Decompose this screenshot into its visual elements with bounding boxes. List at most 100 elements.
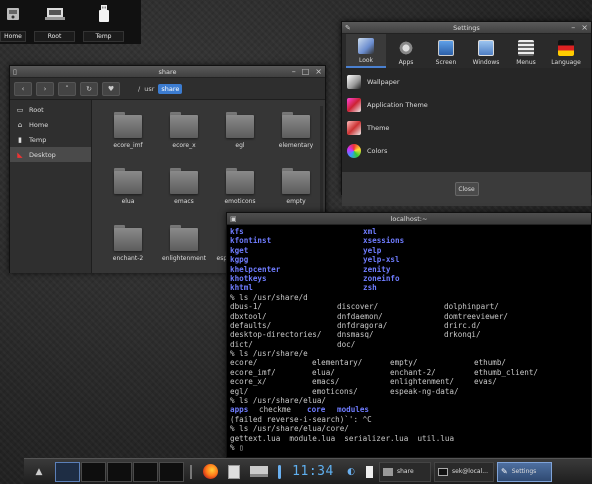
terminal-text: ecore/: [230, 358, 258, 368]
tab-menus[interactable]: Menus: [506, 34, 546, 68]
pager-desk-2[interactable]: [81, 461, 106, 482]
settings-item-label: Colors: [367, 146, 388, 155]
task-terminal[interactable]: sek@local...: [434, 461, 494, 482]
root-launcher[interactable]: [246, 461, 272, 483]
shelf-item-temp[interactable]: Temp: [83, 0, 124, 44]
folder-name: elua: [121, 198, 135, 206]
minimize-icon[interactable]: –: [292, 67, 296, 77]
pager-desk-4[interactable]: [133, 461, 158, 482]
folder-item[interactable]: empty: [270, 164, 322, 211]
wrench-icon: ✎: [501, 467, 508, 476]
pager-desk-5[interactable]: [159, 461, 184, 482]
system-gadget[interactable]: ◐: [340, 461, 362, 483]
sidebar-item-desktop[interactable]: ◣ Desktop: [10, 147, 91, 162]
breadcrumb-share[interactable]: share: [158, 83, 183, 94]
terminal-line: % ls /usr/share/d: [230, 293, 591, 302]
back-button[interactable]: ‹: [14, 81, 32, 96]
start-button[interactable]: ▲: [24, 461, 54, 483]
task-settings[interactable]: ✎ Settings: [497, 461, 552, 482]
up-button[interactable]: ˄: [58, 81, 76, 96]
breadcrumb-root[interactable]: /: [138, 85, 140, 93]
settings-item-wallpaper[interactable]: Wallpaper: [342, 70, 591, 93]
folder-item[interactable]: enlightenment: [158, 221, 210, 268]
terminal-text: discover/: [337, 302, 379, 312]
folder-item[interactable]: emoticons: [214, 164, 266, 211]
terminal-text: dnfdaemon/: [337, 311, 383, 321]
firefox-launcher[interactable]: [198, 461, 222, 483]
folder-item[interactable]: ecore_x: [158, 108, 210, 155]
terminal-line: dict/doc/: [230, 340, 591, 349]
task-share[interactable]: share: [379, 461, 431, 482]
pager-desk-1[interactable]: [55, 461, 80, 482]
settings-item-application-theme[interactable]: Application Theme: [342, 93, 591, 116]
terminal-output[interactable]: kfs xml kfontinst xsessions kget yelp kgpg yelp…: [227, 225, 591, 458]
terminal-text: dnfdragora/: [337, 320, 388, 330]
folder-item[interactable]: enchant-2: [102, 221, 154, 268]
terminal-line: khotkeys zoneinfo: [230, 274, 591, 283]
usb-icon: ▮: [18, 135, 22, 144]
settings-titlebar[interactable]: ✎ Settings – ×: [342, 22, 591, 34]
folder-name: emacs: [174, 198, 194, 206]
sidebar-item-label: Temp: [29, 135, 47, 144]
shelf-item-label: Root: [34, 31, 75, 42]
flag-icon: [558, 40, 574, 56]
home-launcher[interactable]: [222, 461, 246, 483]
folder-item[interactable]: egl: [214, 108, 266, 155]
terminal-text: zoneinfo: [363, 273, 400, 283]
tab-language[interactable]: Language: [546, 34, 586, 68]
folder-item[interactable]: elementary: [270, 108, 322, 155]
settings-item-theme[interactable]: Theme: [342, 116, 591, 139]
file-manager-titlebar[interactable]: ▯ share – □ ×: [10, 66, 325, 78]
root-drive-icon: [250, 466, 268, 477]
sidebar-item-label: Root: [29, 105, 44, 114]
settings-footer: Close: [342, 172, 591, 206]
tab-label: Menus: [516, 59, 536, 66]
terminal-text: emoticons/: [312, 386, 358, 396]
folder-item[interactable]: emacs: [158, 164, 210, 211]
maximize-icon[interactable]: □: [302, 67, 310, 77]
wallpaper-icon: [347, 74, 361, 89]
breadcrumb-usr[interactable]: usr: [144, 85, 154, 93]
tab-label: Language: [551, 59, 581, 66]
thermometer-gadget: [272, 461, 286, 483]
file-manager-toolbar: ‹ › ˄ ↻ ♥ / usr share: [10, 78, 325, 100]
terminal-icon: [438, 467, 448, 476]
shelf-item-root[interactable]: Root: [34, 0, 75, 44]
task-label: share: [397, 468, 414, 475]
tab-apps[interactable]: Apps: [386, 34, 426, 68]
forward-button[interactable]: ›: [36, 81, 54, 96]
folder-item[interactable]: elua: [102, 164, 154, 211]
tab-label: Apps: [398, 59, 414, 66]
folder-name: enlightenment: [162, 254, 206, 262]
minimize-icon[interactable]: –: [571, 23, 575, 33]
folder-icon: [170, 168, 198, 195]
terminal-line: dbus-1/discover/dolphinpart/: [230, 302, 591, 311]
settings-item-colors[interactable]: Colors: [342, 139, 591, 162]
sidebar-item-root[interactable]: ▭ Root: [10, 102, 91, 117]
close-icon[interactable]: ×: [581, 23, 588, 33]
sidebar-item-home[interactable]: ⌂ Home: [10, 117, 91, 132]
temp-usb-icon: [96, 0, 112, 28]
terminal-text: yelp: [363, 245, 382, 255]
gear-icon: [398, 40, 414, 56]
terminal-titlebar[interactable]: ▣ localhost:~: [227, 213, 591, 225]
usb-gadget[interactable]: [362, 461, 376, 483]
folder-icon: [114, 112, 142, 138]
pager-desk-3[interactable]: [107, 461, 132, 482]
tab-windows[interactable]: Windows: [466, 34, 506, 68]
refresh-button[interactable]: ↻: [80, 81, 98, 96]
folder-item[interactable]: ecore_imf: [102, 108, 154, 155]
file-manager-sidebar: ▭ Root ⌂ Home ▮ Temp ◣ Desktop: [10, 100, 92, 273]
close-button[interactable]: Close: [454, 182, 479, 196]
sidebar-item-temp[interactable]: ▮ Temp: [10, 132, 91, 147]
tab-look[interactable]: Look: [346, 34, 386, 68]
close-icon[interactable]: ×: [315, 67, 322, 77]
bookmarks-button[interactable]: ♥: [102, 81, 120, 96]
task-label: sek@local...: [452, 468, 488, 475]
window-title: share: [158, 67, 177, 76]
shelf-item-home[interactable]: Home: [0, 0, 26, 44]
clock-gadget[interactable]: 11:34: [286, 461, 340, 483]
tab-screen[interactable]: Screen: [426, 34, 466, 68]
home-drive-icon: [4, 0, 22, 28]
folder-name: emoticons: [224, 198, 256, 206]
